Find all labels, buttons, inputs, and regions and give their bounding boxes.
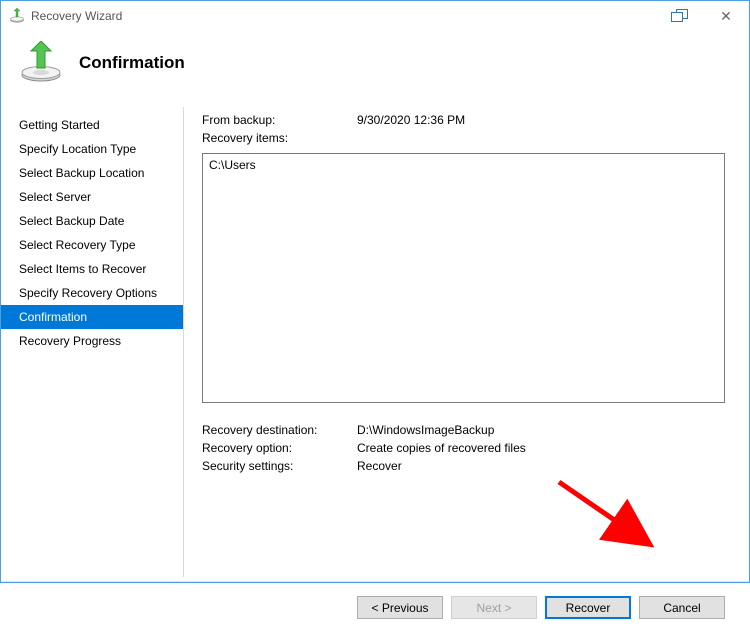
wizard-icon	[19, 41, 63, 85]
page-title: Confirmation	[79, 53, 185, 73]
restore-icon[interactable]	[671, 9, 689, 23]
wizard-header: Confirmation	[1, 31, 749, 107]
security-settings-value: Recover	[357, 459, 402, 473]
step-specify-location-type[interactable]: Specify Location Type	[1, 137, 183, 161]
from-backup-label: From backup:	[202, 113, 357, 127]
security-settings-label: Security settings:	[202, 459, 357, 473]
recovery-items-list[interactable]: C:\Users	[202, 153, 725, 403]
step-getting-started[interactable]: Getting Started	[1, 113, 183, 137]
from-backup-value: 9/30/2020 12:36 PM	[357, 113, 465, 127]
window-title: Recovery Wizard	[31, 9, 122, 23]
step-specify-recovery-options[interactable]: Specify Recovery Options	[1, 281, 183, 305]
wizard-steps: Getting Started Specify Location Type Se…	[1, 107, 183, 577]
recovery-items-label: Recovery items:	[202, 131, 357, 145]
step-select-recovery-type[interactable]: Select Recovery Type	[1, 233, 183, 257]
step-confirmation[interactable]: Confirmation	[1, 305, 183, 329]
recovery-destination-value: D:\WindowsImageBackup	[357, 423, 494, 437]
step-select-server[interactable]: Select Server	[1, 185, 183, 209]
step-select-items-to-recover[interactable]: Select Items to Recover	[1, 257, 183, 281]
cancel-button[interactable]: Cancel	[639, 596, 725, 619]
wizard-body: Getting Started Specify Location Type Se…	[1, 107, 749, 577]
wizard-footer: < Previous Next > Recover Cancel	[1, 581, 749, 633]
step-recovery-progress[interactable]: Recovery Progress	[1, 329, 183, 353]
recovery-option-label: Recovery option:	[202, 441, 357, 455]
close-icon[interactable]: ✕	[717, 8, 735, 25]
arrow-annotation-icon	[554, 477, 664, 557]
app-icon	[9, 8, 25, 24]
recover-button[interactable]: Recover	[545, 596, 631, 619]
wizard-page: From backup: 9/30/2020 12:36 PM Recovery…	[183, 107, 749, 577]
step-select-backup-date[interactable]: Select Backup Date	[1, 209, 183, 233]
recovery-option-value: Create copies of recovered files	[357, 441, 526, 455]
step-select-backup-location[interactable]: Select Backup Location	[1, 161, 183, 185]
next-button: Next >	[451, 596, 537, 619]
list-item[interactable]: C:\Users	[209, 158, 718, 172]
titlebar: Recovery Wizard ✕	[1, 1, 749, 31]
recovery-destination-label: Recovery destination:	[202, 423, 357, 437]
previous-button[interactable]: < Previous	[357, 596, 443, 619]
